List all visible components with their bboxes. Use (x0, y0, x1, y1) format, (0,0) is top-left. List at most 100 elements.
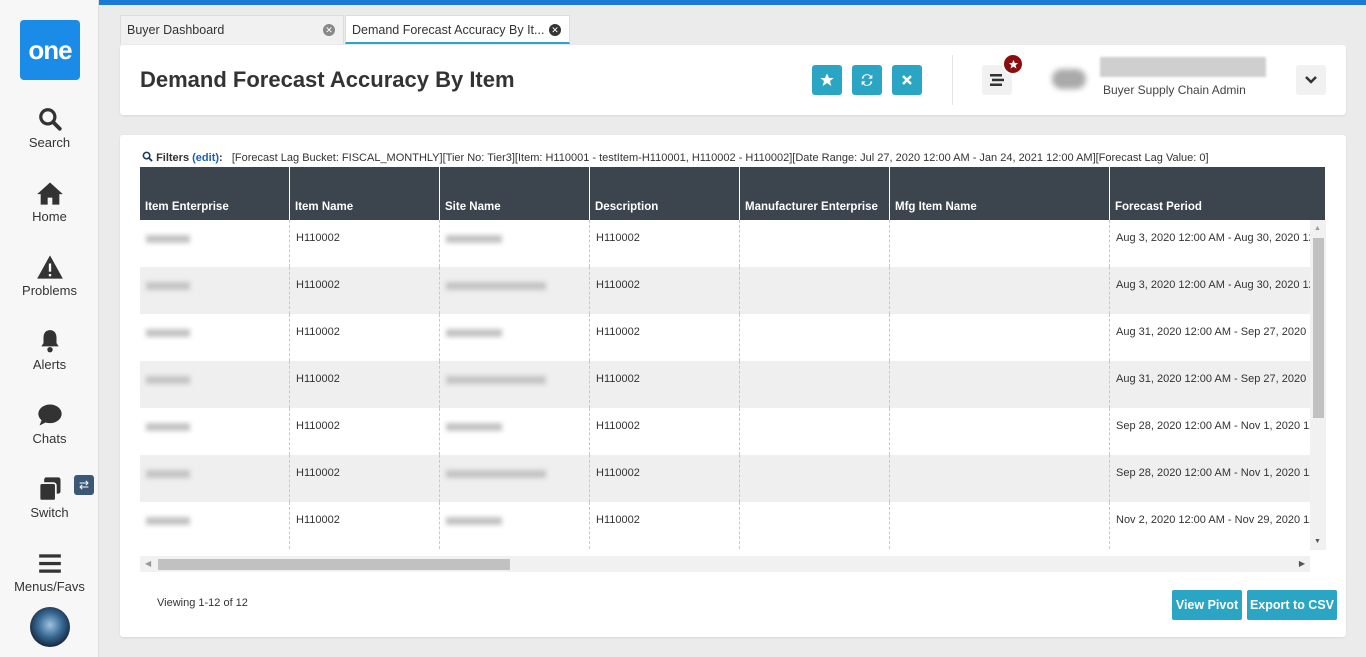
table-cell (440, 220, 590, 267)
table-row[interactable]: H110002 H110002 Nov 2, 2020 12:00 AM - Nov… (140, 502, 1310, 549)
table-cell (140, 361, 290, 408)
nav-search[interactable]: Search (0, 106, 99, 150)
chat-icon (37, 404, 62, 426)
table-cell: Sep 28, 2020 12:00 AM - Nov 1, 2020 12:0… (1116, 467, 1310, 479)
table-row[interactable]: H110002 H110002 Aug 31, 2020 12:00 AM - Se… (140, 361, 1310, 408)
close-icon (902, 75, 912, 85)
column-header[interactable]: Forecast Period (1110, 167, 1326, 220)
column-header[interactable]: Description (590, 167, 740, 220)
edit-filters-link[interactable]: (edit) (192, 152, 219, 164)
sidebar: one Search Home Problems Alerts Chats Sw… (0, 0, 99, 657)
table-cell (890, 502, 1110, 549)
star-icon (820, 73, 834, 86)
table-cell: H110002 (290, 455, 440, 502)
table-cell: H110002 (590, 220, 740, 267)
table-cell (440, 314, 590, 361)
divider (952, 55, 953, 105)
column-header[interactable]: Item Name (290, 167, 440, 220)
table-row[interactable]: H110002 H110002 Aug 31, 2020 12:00 AM - Se… (140, 314, 1310, 361)
table-cell (440, 267, 590, 314)
search-icon (142, 151, 153, 162)
tab-buyer-dashboard[interactable]: Buyer Dashboard ✕ (120, 15, 344, 44)
table-cell: H110002 (290, 267, 440, 314)
refresh-button[interactable] (852, 65, 882, 95)
column-header[interactable]: Mfg Item Name (890, 167, 1110, 220)
table-cell: H110002 (290, 361, 440, 408)
tab-demand-forecast[interactable]: Demand Forecast Accuracy By It... ✕ (345, 15, 570, 44)
table-cell (890, 220, 1110, 267)
table-cell: H110002 (590, 455, 740, 502)
table-cell: Nov 2, 2020 12:00 AM - Nov 29, 2020 12:0… (1116, 514, 1310, 526)
table-cell (140, 455, 290, 502)
export-csv-button[interactable]: Export to CSV (1247, 590, 1337, 620)
vertical-scrollbar[interactable]: ▲ ▼ (1310, 220, 1326, 550)
table-cell: H110002 (290, 408, 440, 455)
home-icon (36, 182, 63, 205)
table-cell (440, 455, 590, 502)
search-icon (38, 108, 62, 131)
table-cell: H110002 (590, 408, 740, 455)
nav-menus-favs[interactable]: Menus/Favs (0, 550, 99, 594)
table-cell: H110002 (590, 502, 740, 549)
table-row[interactable]: H110002 H110002 Aug 3, 2020 12:00 AM - Aug… (140, 220, 1310, 267)
table-row[interactable]: H110002 H110002 Sep 28, 2020 12:00 AM - No… (140, 455, 1310, 502)
nav-alerts[interactable]: Alerts (0, 328, 99, 372)
grid-header: Item Enterprise Item Name Site Name Descrip… (140, 167, 1326, 220)
table-cell (890, 455, 1110, 502)
table-cell (740, 455, 890, 502)
close-tab-icon[interactable]: ✕ (323, 24, 335, 36)
top-accent-bar (99, 0, 1366, 5)
favorites-badge-star-icon (1002, 53, 1024, 75)
nav-home[interactable]: Home (0, 180, 99, 224)
nav-chats[interactable]: Chats (0, 402, 99, 446)
table-cell: H110002 (590, 267, 740, 314)
table-row[interactable]: H110002 H110002 Sep 28, 2020 12:00 AM - No… (140, 408, 1310, 455)
nav-problems[interactable]: Problems (0, 254, 99, 298)
column-header[interactable]: Manufacturer Enterprise (740, 167, 890, 220)
table-cell (140, 267, 290, 314)
user-menu-dropdown[interactable] (1296, 65, 1326, 95)
chevron-down-icon (1305, 76, 1317, 84)
table-cell: H110002 (290, 314, 440, 361)
switch-badge-icon: ⇄ (74, 475, 94, 495)
table-cell (440, 502, 590, 549)
view-pivot-button[interactable]: View Pivot (1172, 590, 1242, 620)
warning-icon (36, 255, 63, 279)
close-tab-icon[interactable]: ✕ (549, 24, 561, 36)
switch-icon (38, 477, 60, 502)
user-name-blurred (1100, 57, 1266, 77)
table-cell (140, 220, 290, 267)
table-cell: Aug 31, 2020 12:00 AM - Sep 27, 2020 12:… (1116, 326, 1310, 338)
table-cell (440, 361, 590, 408)
table-row[interactable]: H110002 H110002 Aug 3, 2020 12:00 AM - Aug… (140, 267, 1310, 314)
user-role: Buyer Supply Chain Admin (1103, 83, 1246, 97)
filters-bar: Filters (edit): [Forecast Lag Bucket: FI… (142, 151, 1209, 164)
report-panel: Filters (edit): [Forecast Lag Bucket: FI… (120, 135, 1346, 637)
table-cell (140, 502, 290, 549)
user-avatar[interactable] (30, 607, 70, 647)
page-header: Demand Forecast Accuracy By Item Buyer S… (120, 45, 1346, 115)
table-cell (890, 314, 1110, 361)
table-cell (740, 220, 890, 267)
table-cell (740, 502, 890, 549)
table-cell: H110002 (290, 220, 440, 267)
user-avatar-blurred (1052, 69, 1086, 89)
list-icon (990, 74, 1004, 86)
table-cell (440, 408, 590, 455)
favorite-button[interactable] (812, 65, 842, 95)
horizontal-scrollbar[interactable]: ◀ ▶ (140, 556, 1310, 572)
app-logo[interactable]: one (20, 20, 80, 80)
table-cell (890, 408, 1110, 455)
table-cell: H110002 (590, 314, 740, 361)
refresh-icon (861, 74, 873, 86)
table-cell (740, 267, 890, 314)
viewing-count: Viewing 1-12 of 12 (157, 597, 248, 609)
table-cell (140, 408, 290, 455)
table-cell: Aug 3, 2020 12:00 AM - Aug 30, 2020 12:0… (1116, 279, 1310, 291)
column-header[interactable]: Item Enterprise (140, 167, 290, 220)
close-button[interactable] (892, 65, 922, 95)
filters-text: [Forecast Lag Bucket: FISCAL_MONTHLY][Ti… (231, 152, 1209, 164)
column-header[interactable]: Site Name (440, 167, 590, 220)
table-cell: Sep 28, 2020 12:00 AM - Nov 1, 2020 12:0… (1116, 420, 1310, 432)
data-grid: Item Enterprise Item Name Site Name Descrip… (140, 167, 1326, 573)
